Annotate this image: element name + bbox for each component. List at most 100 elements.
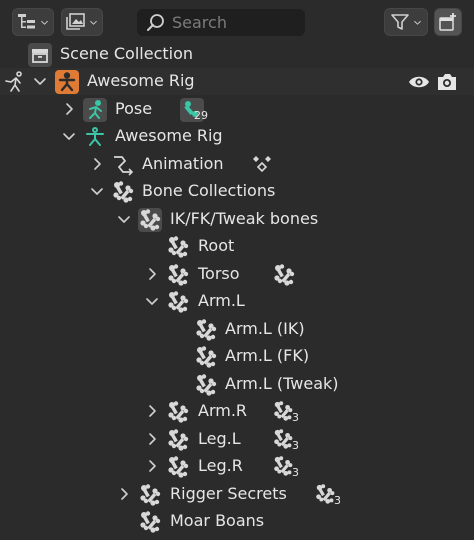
bone-collection-icon	[166, 400, 190, 424]
chevron-down-icon[interactable]	[116, 211, 132, 227]
leg-l-label: Leg.L	[198, 429, 241, 448]
bone-collection-icon	[166, 235, 190, 259]
chevron-right-icon[interactable]	[144, 403, 160, 419]
rigger-secrets-count: 3	[334, 494, 341, 507]
bone-collection-icon	[166, 290, 190, 314]
chevron-right-icon[interactable]	[144, 266, 160, 282]
chevron-right-icon[interactable]	[61, 101, 77, 117]
chevron-right-icon[interactable]	[89, 156, 105, 172]
tree-row-arm-l[interactable]: Arm.L	[0, 288, 474, 315]
chevron-right-icon[interactable]	[144, 458, 160, 474]
leg-r-badge[interactable]: 3	[272, 455, 302, 481]
chevron-right-icon[interactable]	[116, 486, 132, 502]
outliner-tree-icon	[18, 14, 35, 29]
awesome-rig-armature-label: Awesome Rig	[115, 126, 223, 145]
pose-bones-badge[interactable]: 29	[180, 98, 210, 124]
chevron-down-icon[interactable]	[32, 73, 48, 89]
filter-button[interactable]	[384, 8, 428, 36]
outliner-header: Search	[0, 0, 474, 40]
bone-collection-icon	[111, 180, 135, 204]
tree-row-arm-l-fk[interactable]: Arm.L (FK)	[0, 343, 474, 370]
rigger-secrets-badge[interactable]: 3	[314, 483, 344, 509]
tree-row-root[interactable]: Root	[0, 233, 474, 260]
tree-row-scene-collection[interactable]: Scene Collection	[0, 41, 474, 68]
tree-row-arm-l-ik[interactable]: Arm.L (IK)	[0, 316, 474, 343]
bone-collection-icon	[194, 373, 218, 397]
leg-l-count: 3	[292, 439, 299, 452]
tree-row-awesome-rig-object[interactable]: Awesome Rig	[0, 68, 474, 95]
bone-collections-label: Bone Collections	[142, 181, 276, 200]
new-collection-button[interactable]	[434, 8, 462, 36]
chevron-right-icon[interactable]	[144, 431, 160, 447]
image-stack-icon	[66, 13, 85, 30]
bone-collection-icon	[138, 483, 162, 507]
awesome-rig-object-label: Awesome Rig	[87, 71, 195, 90]
scene-collection-label: Scene Collection	[60, 44, 194, 63]
leg-l-badge[interactable]: 3	[272, 428, 302, 454]
chevron-down-icon	[413, 18, 422, 27]
bone-collection-icon	[138, 208, 162, 232]
bone-collection-badge-icon	[272, 400, 294, 422]
bone-collection-icon	[166, 455, 190, 479]
arm-l-label: Arm.L	[198, 291, 245, 310]
bone-collection-badge-icon[interactable]	[272, 263, 296, 287]
tree-row-arm-r[interactable]: Arm.R 3	[0, 398, 474, 425]
camera-icon[interactable]	[436, 72, 458, 92]
bone-collection-icon	[166, 263, 190, 287]
eye-icon[interactable]	[408, 72, 430, 92]
tree-row-ik-fk-tweak[interactable]: IK/FK/Tweak bones	[0, 206, 474, 233]
display-mode-button[interactable]	[12, 8, 54, 36]
tree-row-rigger-secrets[interactable]: Rigger Secrets 3	[0, 481, 474, 508]
animation-label: Animation	[142, 154, 224, 173]
pose-label: Pose	[115, 99, 153, 118]
bone-collection-badge-icon	[314, 483, 336, 505]
torso-label: Torso	[198, 264, 240, 283]
pose-figure-icon	[5, 71, 22, 92]
arm-l-tweak-label: Arm.L (Tweak)	[225, 374, 339, 393]
filter-mode-button[interactable]	[61, 8, 103, 36]
leg-r-label: Leg.R	[198, 456, 243, 475]
chevron-down-icon	[40, 18, 49, 27]
search-placeholder: Search	[172, 13, 227, 32]
animation-curve-icon	[114, 156, 134, 176]
tree-row-arm-l-tweak[interactable]: Arm.L (Tweak)	[0, 371, 474, 398]
tree-row-torso[interactable]: Torso	[0, 261, 474, 288]
tree-row-awesome-rig-armature[interactable]: Awesome Rig	[0, 123, 474, 150]
pose-icon	[83, 98, 107, 122]
chevron-down-icon[interactable]	[144, 293, 160, 309]
chevron-down-icon	[89, 18, 98, 27]
new-collection-icon	[439, 13, 456, 31]
arm-r-count: 3	[292, 411, 299, 424]
armature-data-icon	[86, 127, 104, 146]
bone-collection-badge-icon	[272, 455, 294, 477]
tree-row-moar-boans[interactable]: Moar Boans	[0, 508, 474, 535]
collection-box-icon	[28, 43, 52, 67]
bone-collection-icon	[194, 318, 218, 342]
search-input[interactable]: Search	[137, 9, 305, 36]
rigger-secrets-label: Rigger Secrets	[170, 484, 287, 503]
tree-row-bone-collections[interactable]: Bone Collections	[0, 178, 474, 205]
ik-fk-tweak-label: IK/FK/Tweak bones	[170, 209, 319, 228]
moar-boans-label: Moar Boans	[170, 511, 265, 530]
bone-collection-icon	[194, 345, 218, 369]
chevron-down-icon[interactable]	[89, 183, 105, 199]
tree-row-leg-r[interactable]: Leg.R 3	[0, 453, 474, 480]
arm-l-fk-label: Arm.L (FK)	[225, 346, 310, 365]
bone-collection-badge-icon	[272, 428, 294, 450]
arm-l-ik-label: Arm.L (IK)	[225, 319, 305, 338]
bone-collection-icon	[166, 428, 190, 452]
arm-r-badge[interactable]: 3	[272, 400, 302, 426]
bone-collection-icon	[138, 510, 162, 534]
arm-r-label: Arm.R	[198, 401, 248, 420]
tree-row-animation[interactable]: Animation	[0, 151, 474, 178]
pose-count: 29	[194, 109, 208, 122]
armature-object-icon	[55, 70, 79, 94]
tree-row-pose[interactable]: Pose 29	[0, 96, 474, 123]
root-label: Root	[198, 236, 235, 255]
leg-r-count: 3	[292, 466, 299, 479]
funnel-icon	[391, 14, 409, 30]
keyframes-icon[interactable]	[250, 153, 274, 177]
search-icon	[147, 13, 164, 31]
chevron-down-icon[interactable]	[61, 128, 77, 144]
tree-row-leg-l[interactable]: Leg.L 3	[0, 426, 474, 453]
